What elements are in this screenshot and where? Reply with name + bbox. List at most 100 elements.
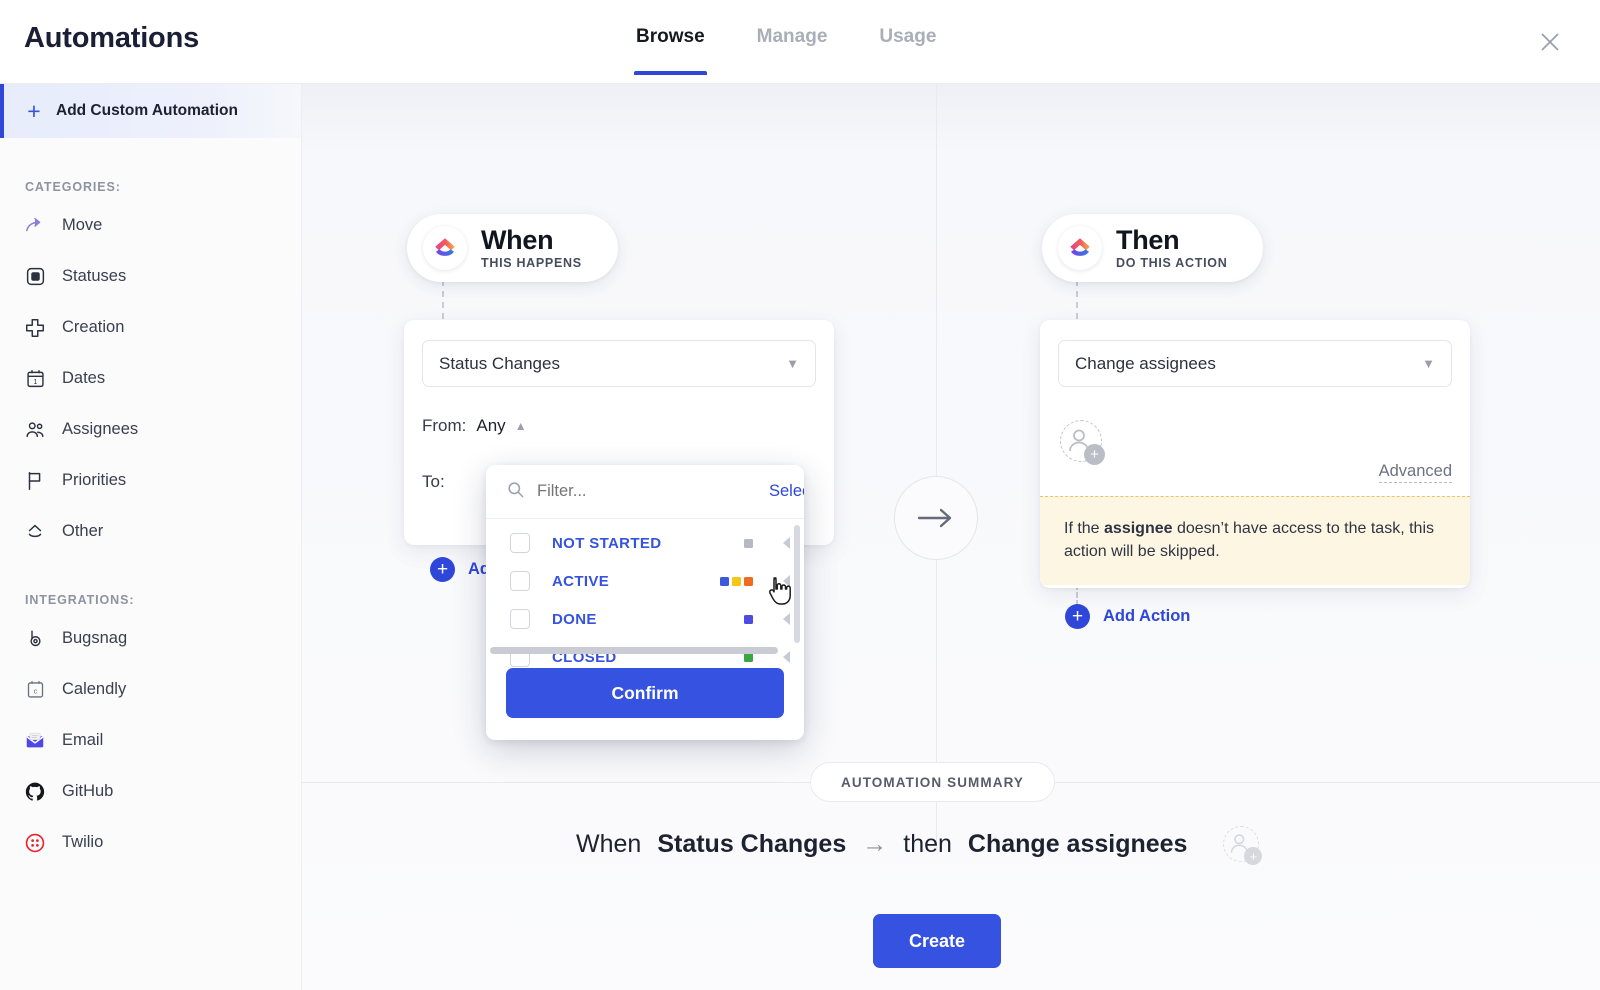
- sidebar-item-label: GitHub: [62, 782, 114, 800]
- status-option-done[interactable]: DONE: [486, 600, 804, 638]
- integrations-section-label: INTEGRATIONS:: [25, 593, 135, 607]
- from-value-dropdown[interactable]: Any ▲: [476, 416, 526, 436]
- sidebar: + Add Custom Automation CATEGORIES: Move: [0, 84, 302, 990]
- sidebar-item-calendly[interactable]: c Calendly: [0, 664, 301, 715]
- checkbox[interactable]: [510, 533, 530, 553]
- then-pill: Then DO THIS ACTION: [1042, 214, 1264, 283]
- create-button[interactable]: Create: [873, 914, 1001, 968]
- status-option-active[interactable]: ACTIVE: [486, 562, 804, 600]
- clickup-outline-icon: [24, 521, 46, 543]
- twilio-icon: [24, 832, 46, 854]
- add-custom-automation-label: Add Custom Automation: [56, 102, 238, 119]
- square-filled-icon: [24, 266, 46, 288]
- categories-section-label: CATEGORIES:: [25, 180, 121, 194]
- checkbox[interactable]: [510, 571, 530, 591]
- flag-icon: [24, 470, 46, 492]
- sidebar-item-github[interactable]: GitHub: [0, 766, 301, 817]
- expand-triangle-icon[interactable]: [783, 575, 790, 587]
- when-pill-title: When: [481, 225, 554, 255]
- plus-icon: +: [27, 97, 41, 124]
- automations-modal: Automations Browse Manage Usage + Add Cu…: [0, 0, 1600, 990]
- sidebar-item-assignees[interactable]: Assignees: [0, 404, 301, 455]
- sidebar-item-label: Priorities: [62, 471, 127, 489]
- status-option-closed[interactable]: CLOSED: [486, 638, 804, 676]
- status-color-swatches: [744, 614, 753, 624]
- when-pill: When THIS HAPPENS: [407, 214, 618, 283]
- automation-summary-text: When Status Changes → then Change assign…: [576, 826, 1263, 865]
- sidebar-item-other[interactable]: Other: [0, 506, 301, 557]
- plus-circle-icon: +: [430, 557, 455, 582]
- status-filter-popup: Select All ? NOT STARTED ACTIVE: [486, 465, 804, 740]
- status-option-not-started[interactable]: NOT STARTED: [486, 524, 804, 562]
- sidebar-item-dates[interactable]: 1 Dates: [0, 353, 301, 404]
- notice-prefix: If the: [1064, 520, 1105, 537]
- plus-badge-icon: +: [1084, 444, 1105, 465]
- status-option-label: NOT STARTED: [552, 534, 662, 552]
- people-icon: [24, 419, 46, 441]
- add-action-button[interactable]: + Add Action: [1065, 604, 1190, 629]
- github-icon: [24, 781, 46, 803]
- add-action-label: Add Action: [1103, 607, 1191, 625]
- sidebar-item-label: Dates: [62, 369, 106, 387]
- arrow-curve-icon: [24, 215, 46, 237]
- tab-browse[interactable]: Browse: [634, 26, 707, 75]
- select-all-button[interactable]: Select All: [769, 482, 804, 501]
- sidebar-item-priorities[interactable]: Priorities: [0, 455, 301, 506]
- status-color-swatches: [744, 538, 753, 548]
- column-divider: [936, 84, 937, 810]
- vertical-scrollbar[interactable]: [794, 525, 800, 643]
- sidebar-item-bugsnag[interactable]: Bugsnag: [0, 613, 301, 664]
- add-custom-automation-button[interactable]: + Add Custom Automation: [0, 84, 301, 138]
- chevron-up-icon: ▲: [514, 419, 527, 433]
- horizontal-scrollbar[interactable]: [490, 647, 778, 654]
- status-filter-input[interactable]: [537, 482, 757, 501]
- flow-arrow-circle: [894, 476, 978, 560]
- action-card: Change assignees ▼ + Advanced If the ass…: [1040, 320, 1470, 588]
- status-option-list: NOT STARTED ACTIVE DONE CLOSED: [486, 519, 804, 667]
- summary-then-value: Change assignees: [967, 829, 1188, 858]
- plus-cross-icon: [24, 317, 46, 339]
- clickup-logo-icon: [1058, 226, 1102, 271]
- summary-then-word: then: [903, 829, 952, 858]
- summary-arrow-icon: →: [862, 829, 888, 858]
- sidebar-item-move[interactable]: Move: [0, 200, 301, 251]
- arrow-right-icon: [917, 508, 952, 528]
- status-option-label: ACTIVE: [552, 572, 610, 590]
- plus-circle-icon: +: [1065, 604, 1090, 629]
- tab-manage[interactable]: Manage: [757, 26, 828, 75]
- sidebar-item-email[interactable]: Email: [0, 715, 301, 766]
- assignee-access-notice: If the assignee doesn’t have access to t…: [1040, 496, 1470, 586]
- chevron-down-icon: ▼: [786, 356, 799, 371]
- expand-triangle-icon[interactable]: [783, 651, 790, 663]
- tab-usage[interactable]: Usage: [879, 26, 936, 75]
- expand-triangle-icon[interactable]: [783, 613, 790, 625]
- sidebar-item-twilio[interactable]: Twilio: [0, 817, 301, 868]
- chevron-down-icon: ▼: [1422, 356, 1435, 371]
- popup-search-row: Select All ?: [486, 465, 804, 519]
- action-type-value: Change assignees: [1075, 353, 1216, 373]
- trigger-type-select[interactable]: Status Changes ▼: [422, 340, 816, 387]
- sidebar-item-label: Other: [62, 522, 104, 540]
- add-assignee-icon[interactable]: +: [1223, 826, 1263, 865]
- sidebar-item-label: Assignees: [62, 420, 139, 438]
- from-row: From: Any ▲: [422, 416, 834, 436]
- close-icon[interactable]: [1534, 26, 1566, 58]
- sidebar-item-statuses[interactable]: Statuses: [0, 251, 301, 302]
- page-title: Automations: [24, 22, 200, 54]
- email-icon: [24, 730, 46, 752]
- expand-triangle-icon[interactable]: [783, 537, 790, 549]
- checkbox[interactable]: [510, 609, 530, 629]
- advanced-link[interactable]: Advanced: [1378, 462, 1452, 483]
- notice-bold: assignee: [1104, 520, 1173, 537]
- sidebar-item-label: Move: [62, 216, 103, 234]
- add-assignee-icon[interactable]: +: [1060, 420, 1105, 465]
- automation-canvas: When THIS HAPPENS Status Changes ▼ From:…: [302, 84, 1600, 990]
- status-option-label: DONE: [552, 610, 597, 628]
- automation-summary-chip: AUTOMATION SUMMARY: [810, 762, 1056, 802]
- summary-when-value: Status Changes: [657, 829, 847, 858]
- status-color-swatches: [720, 576, 753, 586]
- action-type-select[interactable]: Change assignees ▼: [1058, 340, 1452, 387]
- clickup-logo-icon: [423, 226, 467, 271]
- sidebar-item-creation[interactable]: Creation: [0, 302, 301, 353]
- modal-header: Automations Browse Manage Usage: [0, 0, 1600, 84]
